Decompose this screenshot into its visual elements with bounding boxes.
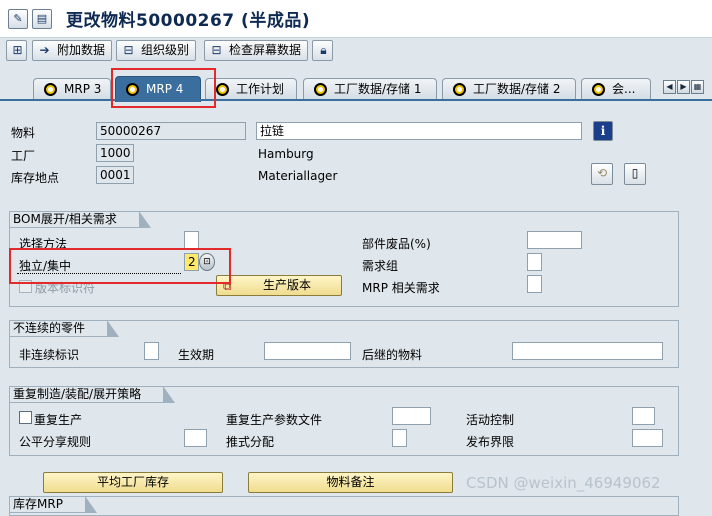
tab-scroll-left-icon[interactable]: ◀ [663,80,676,94]
mrp-dependent-req-label: MRP 相关需求 [362,281,440,295]
discontinuation-indicator-field[interactable] [144,342,159,360]
org-data-icon[interactable]: ⟲ [591,163,613,185]
tab-scroll-right-icon[interactable]: ▶ [677,80,690,94]
requirements-group-field[interactable] [527,253,542,271]
component-scrap-field[interactable] [527,231,582,249]
follow-up-material-field[interactable] [512,342,663,360]
tab-work-scheduling[interactable]: 工作计划 [205,78,297,100]
display-change-icon[interactable]: ✎ [8,9,28,29]
additional-data-button[interactable]: ➔ 附加数据 [32,40,113,61]
fair-share-rule-field[interactable] [184,429,207,447]
bom-group-title: BOM展开/相关需求 [9,211,151,228]
fair-share-rule-label: 公平分享规则 [19,435,92,449]
stock-mrp-group-title: 库存MRP [9,496,97,513]
component-scrap-label: 部件废品(%) [362,237,431,251]
storage-location-label: 库存地点 [11,171,60,185]
requirements-group-label: 需求组 [362,259,399,273]
effective-out-label: 生效期 [178,348,215,362]
plant-description: Hamburg [258,147,314,161]
production-version-button[interactable]: ⧉ 生产版本 [216,275,342,296]
push-distribution-field[interactable] [392,429,407,447]
check-screen-data-button[interactable]: ⊟ 检查屏幕数据 [204,40,309,61]
plant-field: 1000 [96,144,134,162]
tab-status-icon [453,83,469,96]
arrow-right-icon: ➔ [39,43,50,57]
discontinuation-indicator-label: 非连续标识 [19,348,80,362]
rem-profile-label: 重复生产参数文件 [226,413,323,427]
action-control-label: 活动控制 [466,413,515,427]
rem-profile-field[interactable] [392,407,431,425]
average-plant-stock-button[interactable]: 平均工厂库存 [43,472,223,493]
tab-status-icon [314,83,330,96]
follow-up-material-label: 后继的物料 [362,348,423,362]
deployment-horizon-field[interactable] [632,429,663,447]
material-description-field[interactable]: 拉链 [256,122,582,140]
stock-mrp-group: 库存MRP [9,496,679,516]
tab-divider [0,99,712,101]
views-icon: ⊞ [12,43,23,57]
storage-location-description: Materiallager [258,169,338,183]
push-distribution-label: 推式分配 [226,435,275,449]
repetitive-mfg-label: 重复生产 [34,413,83,427]
tab-plant-data-stor-1[interactable]: 工厂数据/存储 1 [303,78,437,100]
repetitive-group-title: 重复制造/装配/展开策略 [9,386,176,403]
tab-accounting[interactable]: 会... [581,78,651,100]
watermark: CSDN @weixin_46949062 [466,474,661,492]
org-levels-button[interactable]: ⊟ 组织级别 [116,40,197,61]
application-toolbar: ⊞ ➔ 附加数据 ⊟ 组织级别 ⊟ 检查屏幕数据 🔒︎ [0,38,712,64]
storage-location-field: 0001 [96,166,134,184]
material-memo-button[interactable]: 物料备注 [248,472,453,493]
info-icon[interactable]: i [593,121,613,141]
tab-plant-data-stor-2[interactable]: 工厂数据/存储 2 [442,78,576,100]
action-control-field[interactable] [632,407,655,425]
discontinued-group-title: 不连续的零件 [9,320,120,337]
page-title: 更改物料50000267 (半成品) [66,11,311,31]
highlight-box-tab [111,68,216,108]
material-field: 50000267 [96,122,246,140]
lock-button[interactable]: 🔒︎ [312,40,333,61]
deployment-horizon-label: 发布界限 [466,435,515,449]
tab-list-icon[interactable]: ▦ [691,80,704,94]
select-views-button[interactable]: ⊞ [6,40,27,61]
effective-out-field[interactable] [264,342,351,360]
tab-status-icon [592,83,608,96]
hierarchy-icon: ⊟ [123,43,134,57]
tab-mrp3[interactable]: MRP 3 [33,78,111,100]
material-label: 物料 [11,126,36,140]
plant-label: 工厂 [11,149,36,163]
tab-status-icon [44,83,60,96]
title-bar: ✎ ▤ 更改物料50000267 (半成品) [0,0,712,38]
tab-strip: MRP 3 MRP 4 工作计划 工厂数据/存储 1 工厂数据/存储 2 会..… [0,64,712,104]
mrp-dependent-req-field[interactable] [527,275,542,293]
tab-status-icon [216,83,232,96]
repetitive-mfg-checkbox[interactable] [19,411,32,424]
lock-icon: 🔒︎ [320,43,327,57]
other-material-icon[interactable]: ▤ [32,9,52,29]
document-icon[interactable]: ▯ [624,163,646,185]
selection-method-field[interactable] [184,231,199,249]
highlight-box-field [9,248,231,284]
hierarchy-check-icon: ⊟ [211,43,222,57]
repetitive-mfg-group: 重复制造/装配/展开策略 [9,386,679,456]
